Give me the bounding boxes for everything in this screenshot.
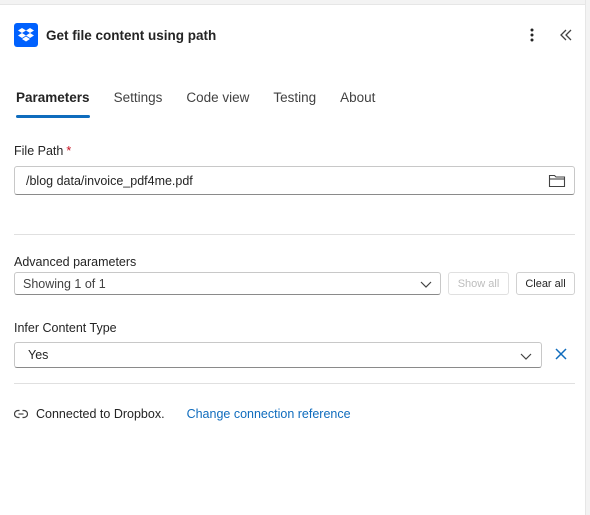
page-title: Get file content using path: [46, 27, 217, 43]
required-marker: *: [66, 144, 72, 158]
tab-about[interactable]: About: [340, 90, 375, 118]
folder-icon[interactable]: [548, 173, 566, 191]
infer-content-type-dropdown[interactable]: Yes: [14, 342, 542, 368]
collapse-double-chevron-icon[interactable]: [556, 23, 576, 47]
file-path-value: /blog data/invoice_pdf4me.pdf: [26, 173, 193, 188]
link-icon: [14, 408, 28, 420]
divider: [14, 383, 575, 384]
more-vertical-icon[interactable]: [522, 23, 542, 47]
top-border: [0, 0, 590, 5]
tab-parameters[interactable]: Parameters: [16, 90, 90, 118]
header-actions: [522, 22, 576, 48]
advanced-parameters-value: Showing 1 of 1: [23, 276, 106, 291]
change-connection-link[interactable]: Change connection reference: [187, 407, 351, 421]
chevron-down-icon: [520, 350, 532, 364]
infer-content-type-value: Yes: [28, 348, 49, 362]
tab-bar: Parameters Settings Code view Testing Ab…: [16, 90, 399, 118]
chevron-down-icon: [420, 278, 432, 292]
panel-header: Get file content using path: [14, 22, 576, 48]
show-all-button[interactable]: Show all: [448, 272, 509, 295]
advanced-parameters-dropdown[interactable]: Showing 1 of 1: [14, 272, 441, 295]
right-border: [585, 0, 590, 515]
close-icon[interactable]: [553, 346, 569, 362]
tab-code-view[interactable]: Code view: [186, 90, 249, 118]
file-path-input[interactable]: /blog data/invoice_pdf4me.pdf: [14, 166, 575, 195]
connection-status: Connected to Dropbox.: [36, 407, 165, 421]
dropbox-icon: [14, 23, 38, 47]
advanced-parameters-label: Advanced parameters: [14, 255, 137, 269]
file-path-label: File Path: [14, 144, 64, 158]
infer-content-type-label: Infer Content Type: [14, 321, 117, 335]
tab-testing[interactable]: Testing: [273, 90, 316, 118]
tab-settings[interactable]: Settings: [114, 90, 163, 118]
connection-info: Connected to Dropbox. Change connection …: [14, 404, 351, 424]
file-path-label-row: File Path *: [14, 144, 71, 158]
clear-all-button[interactable]: Clear all: [516, 272, 575, 295]
divider: [14, 234, 575, 235]
